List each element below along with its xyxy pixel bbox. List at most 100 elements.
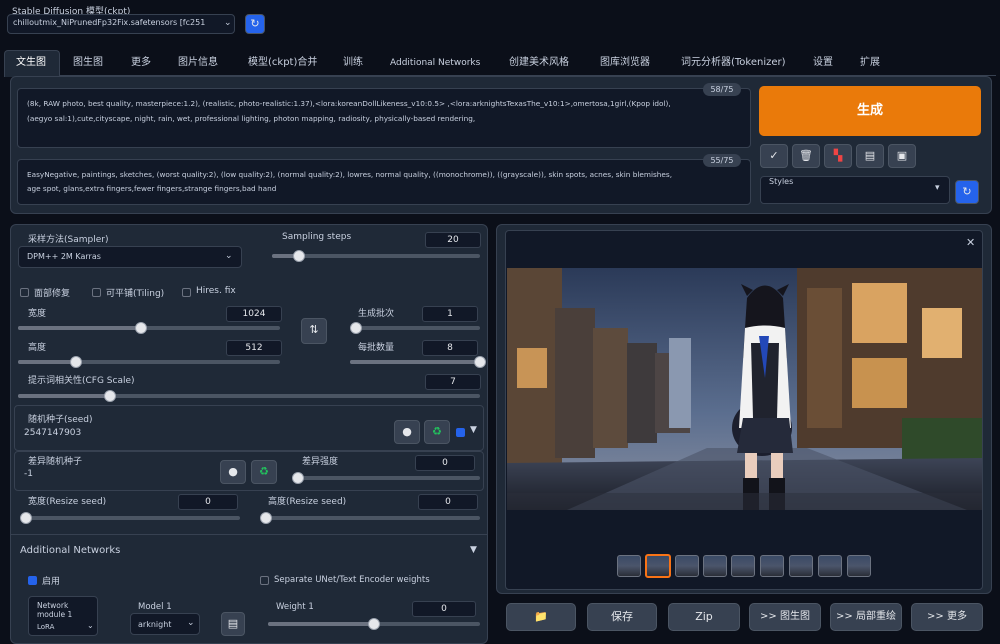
tiling-checkbox[interactable] — [92, 288, 101, 297]
variation-seed-input[interactable]: -1 — [24, 469, 33, 479]
clipboard-icon[interactable]: ▤ — [856, 144, 884, 168]
weight-slider[interactable] — [268, 618, 480, 630]
slider-knob[interactable] — [293, 250, 306, 262]
model-select[interactable]: arknight ⌄ — [130, 613, 200, 635]
face-restore-checkbox[interactable] — [20, 288, 29, 297]
sampler-select[interactable]: DPM++ 2M Karras ⌄ — [18, 246, 242, 268]
dice-icon[interactable]: ● — [220, 460, 246, 484]
negative-prompt-textarea[interactable]: EasyNegative, paintings, sketches, (wors… — [17, 159, 751, 205]
addnet-enable-checkbox[interactable] — [28, 576, 37, 585]
resize-height-input[interactable]: 0 — [418, 494, 478, 510]
tab-png-info[interactable]: 图片信息 — [178, 53, 218, 73]
addnet-enable-label: 启用 — [42, 577, 61, 587]
batch-count-input[interactable]: 1 — [422, 306, 478, 322]
width-label: 宽度 — [28, 309, 47, 319]
tab-extensions[interactable]: 扩展 — [860, 53, 880, 73]
addnet-title[interactable]: Additional Networks — [20, 545, 120, 556]
thumbnail-7[interactable] — [789, 555, 813, 577]
close-icon[interactable]: ✕ — [966, 236, 975, 249]
thumbnail-6[interactable] — [760, 555, 784, 577]
height-input[interactable]: 512 — [226, 340, 282, 356]
variation-strength-slider[interactable] — [292, 472, 480, 484]
variation-strength-input[interactable]: 0 — [415, 455, 475, 471]
thumbnail-4[interactable] — [703, 555, 727, 577]
trash-icon[interactable]: 🗑 — [792, 144, 820, 168]
height-slider[interactable] — [18, 356, 280, 368]
separate-weights-label: Separate UNet/Text Encoder weights — [274, 575, 430, 585]
tab-image-browser[interactable]: 图库浏览器 — [600, 53, 650, 73]
batch-count-slider[interactable] — [350, 322, 480, 334]
tab-txt2img[interactable]: 文生图 — [16, 53, 46, 73]
resize-height-label: 高度(Resize seed) — [268, 497, 347, 507]
network-module-select[interactable]: Network module 1 LoRA ⌄ — [28, 596, 98, 636]
refresh-styles-icon[interactable]: ↻ — [955, 180, 979, 204]
generated-image[interactable] — [507, 268, 982, 510]
slider-fill — [350, 360, 480, 364]
open-folder-button[interactable]: 📁 — [506, 603, 576, 631]
cfg-slider[interactable] — [18, 390, 480, 402]
seed-input[interactable]: 2547147903 — [24, 428, 81, 438]
slider-knob[interactable] — [69, 356, 82, 368]
zip-button[interactable]: Zip — [668, 603, 740, 631]
slider-knob[interactable] — [260, 512, 272, 524]
document-icon[interactable]: ▤ — [221, 612, 245, 636]
batch-size-input[interactable]: 8 — [422, 340, 478, 356]
thumbnail-8[interactable] — [818, 555, 842, 577]
thumbnail-2[interactable] — [645, 554, 671, 578]
tab-tokenizer[interactable]: 词元分析器(Tokenizer) — [681, 53, 786, 73]
send-to-img2img-button[interactable]: >> 图生图 — [749, 603, 821, 631]
recycle-icon[interactable]: ♻ — [424, 420, 450, 444]
separate-weights-checkbox[interactable] — [260, 576, 269, 585]
tab-additional-networks[interactable]: Additional Networks — [390, 53, 480, 73]
collapse-triangle-icon[interactable]: ▼ — [470, 545, 477, 555]
expand-triangle-icon[interactable]: ▼ — [470, 425, 477, 435]
recycle-icon[interactable]: ♻ — [251, 460, 277, 484]
checkpoint-select[interactable]: chilloutmix_NiPrunedFp32Fix.safetensors … — [7, 14, 235, 34]
thumbnail-3[interactable] — [675, 555, 699, 577]
styles-label: Styles — [769, 177, 794, 186]
prompt-textarea[interactable]: (8k, RAW photo, best quality, masterpiec… — [17, 88, 751, 148]
slider-knob[interactable] — [292, 472, 304, 484]
tab-settings[interactable]: 设置 — [813, 53, 833, 73]
thumbnail-9[interactable] — [847, 555, 871, 577]
hires-checkbox[interactable] — [182, 288, 191, 297]
style-apply-icon[interactable]: ▚ — [824, 144, 852, 168]
width-slider[interactable] — [18, 322, 280, 334]
tab-checkpoint-merger[interactable]: 模型(ckpt)合并 — [248, 53, 317, 73]
weight-input[interactable]: 0 — [412, 601, 476, 617]
generate-button[interactable]: 生成 — [759, 86, 981, 136]
thumbnail-5[interactable] — [731, 555, 755, 577]
slider-knob[interactable] — [20, 512, 32, 524]
prompt-line-2: (aegyo sal:1),cute,cityscape, night, rai… — [27, 114, 476, 123]
slider-knob[interactable] — [474, 356, 486, 368]
tab-img2img[interactable]: 图生图 — [73, 53, 103, 73]
cfg-input[interactable]: 7 — [425, 374, 481, 390]
slider-knob[interactable] — [368, 618, 380, 630]
tab-create-aesthetic[interactable]: 创建美术风格 — [509, 53, 569, 73]
save-style-icon[interactable]: ▣ — [888, 144, 916, 168]
resize-width-slider[interactable] — [20, 512, 240, 524]
styles-select[interactable]: Styles ▾ — [760, 176, 950, 204]
steps-input[interactable]: 20 — [425, 232, 481, 248]
steps-slider[interactable] — [272, 250, 480, 262]
send-to-inpaint-button[interactable]: >> 局部重绘 — [830, 603, 902, 631]
save-button[interactable]: 保存 — [587, 603, 657, 631]
extra-seed-checkbox[interactable] — [456, 428, 465, 437]
width-input[interactable]: 1024 — [226, 306, 282, 322]
resize-width-input[interactable]: 0 — [178, 494, 238, 510]
slider-knob[interactable] — [350, 322, 362, 334]
thumbnail-1[interactable] — [617, 555, 641, 577]
batch-count-label: 生成批次 — [358, 309, 395, 319]
swap-dimensions-icon[interactable]: ⇅ — [301, 318, 327, 344]
batch-size-slider[interactable] — [350, 356, 486, 368]
check-icon[interactable]: ✓ — [760, 144, 788, 168]
tab-train[interactable]: 训练 — [343, 53, 363, 73]
tab-extras[interactable]: 更多 — [131, 53, 151, 73]
chevron-down-icon: ⌄ — [225, 251, 233, 261]
refresh-icon[interactable]: ↻ — [245, 14, 265, 34]
network-module-value: LoRA — [37, 623, 55, 631]
resize-height-slider[interactable] — [260, 512, 480, 524]
send-to-extras-button[interactable]: >> 更多 — [911, 603, 983, 631]
dice-icon[interactable]: ● — [394, 420, 420, 444]
tab-bar — [4, 50, 996, 76]
